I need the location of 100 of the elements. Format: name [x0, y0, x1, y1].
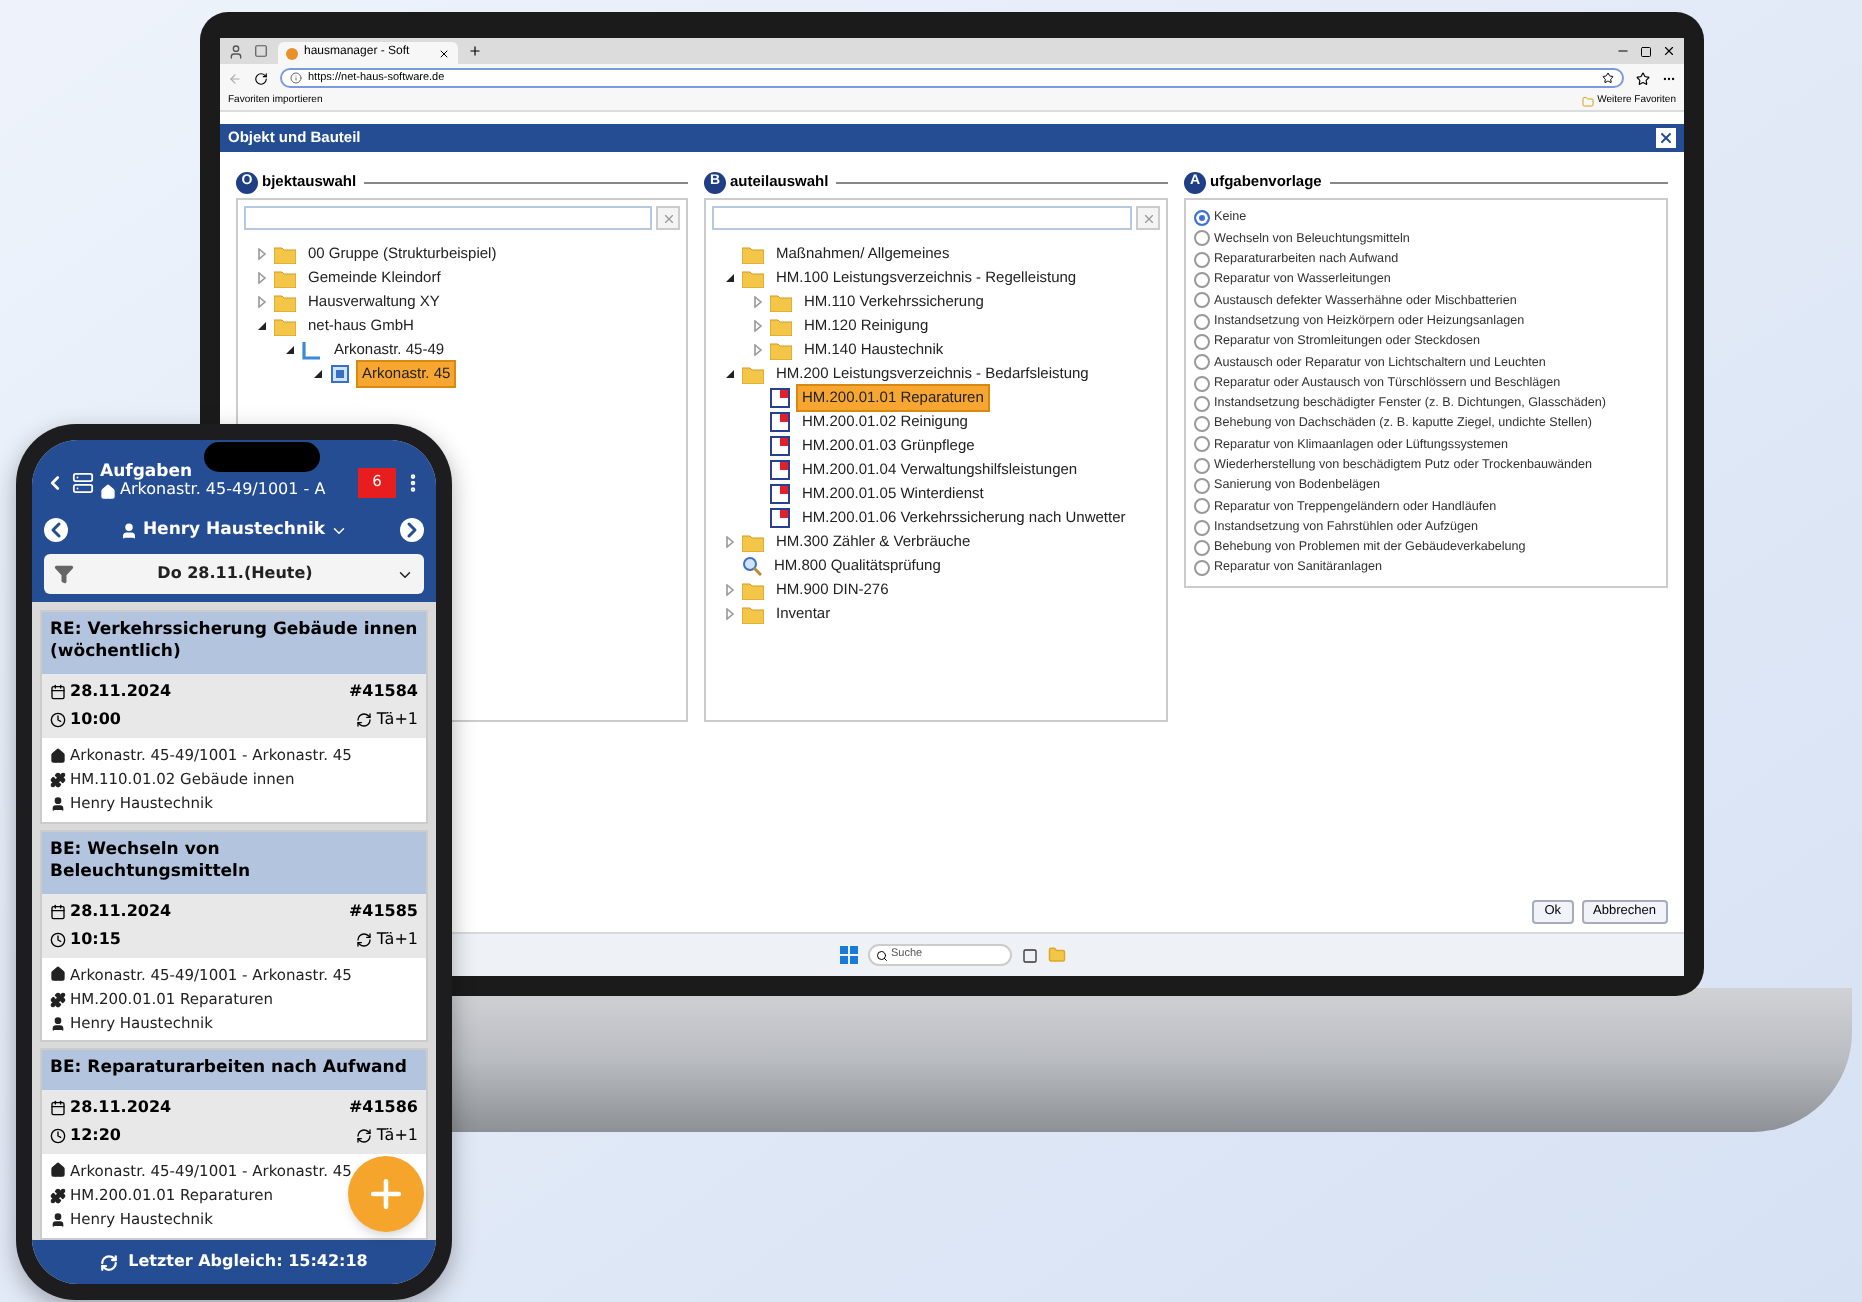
task-title: RE: Verkehrssicherung Gebäude innen (wöchentlich): [50, 620, 418, 666]
radio-button[interactable]: [1194, 354, 1210, 371]
tab-actions-icon[interactable]: [254, 44, 268, 58]
collapse-arrow-icon[interactable]: [284, 344, 296, 356]
radio-button[interactable]: [1194, 292, 1210, 309]
task-number: #41585: [348, 899, 418, 924]
radio-button[interactable]: [1194, 313, 1210, 330]
radio-button[interactable]: [1194, 560, 1210, 577]
user-icon: [50, 796, 66, 813]
clear-button[interactable]: [656, 206, 680, 230]
expand-arrow-icon[interactable]: [752, 296, 764, 308]
home-icon: [50, 966, 66, 983]
favorites-icon[interactable]: [1636, 71, 1650, 85]
user-icon: [120, 521, 139, 539]
radio-button[interactable]: [1194, 478, 1210, 494]
last-sync-text: Letzter Abgleich: 15:42:18: [128, 1250, 368, 1274]
close-icon[interactable]: [438, 47, 450, 59]
collapse-arrow-icon[interactable]: [724, 272, 736, 284]
radio-button[interactable]: [1194, 519, 1210, 536]
task-time: 10:15: [70, 927, 121, 952]
search-field[interactable]: [244, 206, 652, 230]
task-title: BE: Wechseln von Beleuchtungsmitteln: [50, 839, 252, 886]
close-icon[interactable]: [1662, 44, 1676, 58]
favorite-icon[interactable]: [1602, 72, 1614, 84]
collapse-arrow-icon[interactable]: [256, 320, 268, 332]
radio-button[interactable]: [1194, 272, 1210, 289]
radio-button[interactable]: [1194, 395, 1210, 412]
building-icon: [302, 340, 322, 360]
filter-icon: [54, 564, 74, 584]
repeat-icon: [356, 931, 373, 948]
minimize-icon[interactable]: [1616, 44, 1630, 58]
folder-icon: [274, 269, 296, 287]
new-tab-icon[interactable]: [468, 44, 482, 58]
task-date: 28.11.2024: [70, 899, 172, 924]
clock-icon: [50, 931, 66, 948]
task-date: 28.11.2024: [70, 679, 172, 704]
screen-title: Aufgaben: [100, 463, 193, 482]
previous-button[interactable]: [44, 518, 68, 542]
user-selector[interactable]: Henry Haustechnik: [142, 517, 326, 543]
task-icon: [770, 436, 790, 456]
close-button[interactable]: [1656, 128, 1676, 148]
radio-button[interactable]: [1194, 251, 1210, 268]
reload-icon[interactable]: [254, 71, 268, 85]
repeat-icon: [356, 711, 373, 728]
task-number: #41586: [348, 1095, 418, 1120]
folder-icon[interactable]: [1047, 946, 1065, 964]
task-icon: [770, 412, 790, 432]
tab-favicon-icon: [286, 47, 298, 59]
home-icon: [50, 1162, 66, 1179]
expand-arrow-icon[interactable]: [724, 536, 736, 548]
radio-button[interactable]: [1194, 230, 1210, 247]
task-time: 12:20: [70, 1123, 121, 1148]
repeat-icon: [356, 1127, 373, 1144]
expand-arrow-icon[interactable]: [256, 248, 268, 260]
expand-arrow-icon[interactable]: [724, 608, 736, 620]
folder-icon: [742, 533, 764, 551]
search-field[interactable]: [712, 206, 1132, 230]
radio-button[interactable]: [1194, 436, 1210, 453]
puzzle-icon: [50, 1187, 66, 1204]
radio-button[interactable]: [1194, 539, 1210, 556]
user-icon: [50, 1211, 66, 1228]
expand-arrow-icon[interactable]: [752, 320, 764, 332]
collapse-arrow-icon[interactable]: [312, 368, 324, 380]
date-filter-dropdown[interactable]: Do 28.11.(Heute): [44, 554, 424, 594]
folder-icon: [742, 605, 764, 623]
expand-arrow-icon[interactable]: [724, 584, 736, 596]
windows-logo-icon[interactable]: [839, 946, 857, 964]
radio-button[interactable]: [1194, 498, 1210, 515]
task-number: #41584: [348, 679, 418, 704]
maximize-icon[interactable]: [1640, 45, 1652, 57]
clock-icon: [50, 711, 66, 728]
expand-arrow-icon[interactable]: [256, 296, 268, 308]
profile-icon[interactable]: [228, 43, 244, 59]
radio-button[interactable]: [1194, 210, 1210, 227]
task-view-icon[interactable]: [1021, 947, 1037, 963]
clear-button[interactable]: [1136, 206, 1160, 230]
info-icon: [290, 72, 302, 84]
collapse-arrow-icon[interactable]: [724, 368, 736, 380]
task-title: BE: Reparaturarbeiten nach Aufwand: [50, 1058, 409, 1082]
task-icon: [770, 508, 790, 528]
radio-button[interactable]: [1194, 375, 1210, 392]
expand-arrow-icon[interactable]: [752, 344, 764, 356]
folder-icon: [274, 317, 296, 335]
search-icon: [875, 949, 887, 961]
folder-icon: [742, 581, 764, 599]
home-icon: [50, 747, 66, 764]
radio-button[interactable]: [1194, 416, 1210, 433]
screen-subtitle: Arkonastr. 45-49/1001 - A: [120, 482, 326, 501]
radio-button[interactable]: [1194, 457, 1210, 474]
radio-button[interactable]: [1194, 333, 1210, 350]
task-repeat: Tä+1: [376, 1123, 418, 1148]
task-icon: [770, 484, 790, 504]
calendar-icon: [50, 1099, 66, 1116]
next-button[interactable]: [400, 518, 424, 542]
folder-icon: [742, 365, 764, 383]
expand-arrow-icon[interactable]: [256, 272, 268, 284]
folder-icon: [742, 269, 764, 287]
home-icon: [100, 483, 116, 500]
folder-icon: [274, 245, 296, 263]
user-icon: [50, 1015, 66, 1032]
